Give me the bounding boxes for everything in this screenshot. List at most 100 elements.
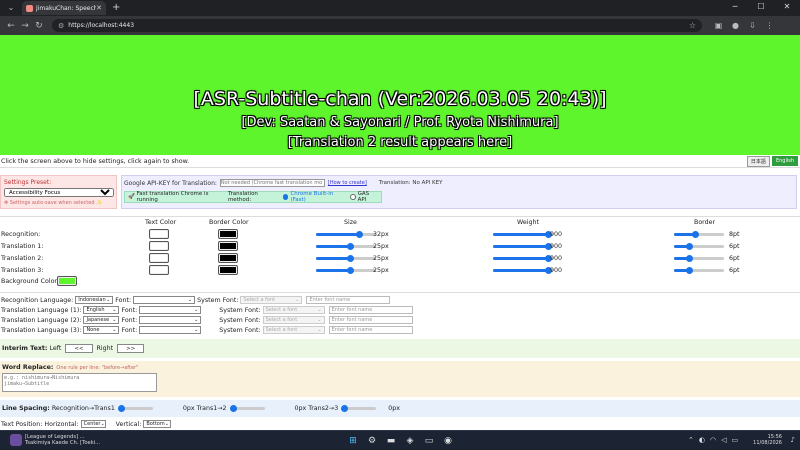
weight-slider[interactable] bbox=[493, 267, 552, 274]
font-select[interactable]: ⌄ bbox=[139, 326, 202, 334]
rec-trans1-slider[interactable] bbox=[117, 405, 153, 412]
file-explorer-icon[interactable]: ▬ bbox=[384, 435, 398, 447]
border-slider[interactable] bbox=[674, 255, 724, 262]
border-color-picker[interactable] bbox=[218, 229, 238, 239]
text-position-row: Text Position: Horizontal: Center ⌄ Verti… bbox=[1, 420, 173, 428]
style-row: Translation 1: 25px 900 6pt bbox=[0, 241, 800, 253]
font-select[interactable]: ⌄ bbox=[139, 306, 202, 314]
lang-ja-button[interactable]: 日本語 bbox=[746, 155, 770, 167]
text-color-picker[interactable] bbox=[149, 241, 169, 251]
extensions-icon[interactable]: ▣ bbox=[710, 21, 727, 30]
border-slider[interactable] bbox=[674, 231, 724, 238]
left-button[interactable]: << bbox=[65, 344, 93, 353]
border-slider[interactable] bbox=[674, 267, 724, 274]
back-icon[interactable]: ← bbox=[4, 21, 18, 31]
font-name-input[interactable]: Enter font name bbox=[328, 326, 413, 334]
tune-icon[interactable]: ⚙ bbox=[58, 22, 64, 30]
close-tab-icon[interactable]: ✕ bbox=[96, 4, 102, 12]
t1-t2-slider[interactable] bbox=[229, 405, 265, 412]
system-font-label: System Font: bbox=[197, 296, 239, 304]
battery-icon[interactable]: ▭ bbox=[731, 436, 738, 444]
taskbar-media[interactable]: [League of Legends] ... Tsakimiya Kaede … bbox=[10, 434, 100, 446]
system-font-label: System Font: bbox=[219, 316, 261, 324]
notification-icon[interactable]: ♪ bbox=[791, 436, 795, 444]
size-slider[interactable] bbox=[316, 267, 376, 274]
gas-radio[interactable] bbox=[349, 194, 356, 200]
style-row-label: Translation 1: bbox=[1, 243, 44, 250]
line-spacing-row: Line Spacing: Recognition→Trans1 0px Tra… bbox=[0, 400, 800, 417]
forward-icon[interactable]: → bbox=[18, 21, 32, 31]
browser-tab[interactable]: JimakuChan: Speech Recog ✕ bbox=[22, 1, 106, 15]
close-window-icon[interactable]: ✕ bbox=[774, 0, 800, 14]
clock[interactable]: 15:56 11/08/2026 bbox=[753, 434, 782, 446]
system-font-select[interactable]: Select a font ⌄ bbox=[262, 306, 325, 314]
font-select[interactable]: ⌄ bbox=[133, 296, 196, 304]
language-label: Translation Language (1): bbox=[1, 306, 82, 314]
windows-start-icon[interactable]: ⊞ bbox=[346, 435, 360, 447]
language-select[interactable]: None ⌄ bbox=[83, 326, 120, 334]
language-select[interactable]: Japanese ⌄ bbox=[83, 316, 120, 324]
font-name-input[interactable]: Enter font name bbox=[306, 296, 391, 304]
terminal-icon[interactable]: ▭ bbox=[422, 435, 436, 447]
border-value: 8pt bbox=[729, 231, 740, 238]
weight-slider[interactable] bbox=[493, 231, 552, 238]
font-name-input[interactable]: Enter font name bbox=[328, 306, 413, 314]
style-settings: Text Color Border Color Size Weight Bord… bbox=[0, 216, 800, 286]
address-bar[interactable]: ⚙ https://localhost:4443 ☆ bbox=[52, 19, 702, 32]
tab-search-icon[interactable]: ⌄ bbox=[4, 2, 18, 14]
system-font-select[interactable]: Select a font ⌄ bbox=[262, 316, 325, 324]
subtitle-display[interactable]: [ASR-Subtitle-chan (Ver:2026.03.05 20:43… bbox=[0, 35, 800, 155]
size-slider[interactable] bbox=[316, 231, 376, 238]
font-name-input[interactable]: Enter font name bbox=[328, 316, 413, 324]
preset-select[interactable]: Accessibility Focus bbox=[4, 188, 114, 197]
text-color-picker[interactable] bbox=[149, 229, 169, 239]
chrome-option[interactable]: Chrome Built-in (Fast) bbox=[290, 191, 345, 203]
profile-icon[interactable]: ● bbox=[727, 21, 744, 30]
border-color-picker[interactable] bbox=[218, 253, 238, 263]
size-slider[interactable] bbox=[316, 243, 376, 250]
language-select[interactable]: English ⌄ bbox=[83, 306, 120, 314]
download-icon[interactable]: ⇩ bbox=[744, 21, 761, 30]
gas-option[interactable]: GAS API bbox=[358, 191, 378, 203]
recognition-line: [ASR-Subtitle-chan (Ver:2026.03.05 20:43… bbox=[193, 88, 607, 110]
volume-icon[interactable]: ◁ bbox=[721, 436, 726, 444]
store-icon[interactable]: ◈ bbox=[403, 435, 417, 447]
api-key-input[interactable] bbox=[219, 179, 325, 187]
language-select[interactable]: Indonesian ⌄ bbox=[75, 296, 114, 304]
discord-icon[interactable]: ◐ bbox=[699, 436, 705, 444]
star-icon[interactable]: ☆ bbox=[689, 21, 696, 30]
weight-slider[interactable] bbox=[493, 255, 552, 262]
text-color-picker[interactable] bbox=[149, 253, 169, 263]
right-button[interactable]: >> bbox=[117, 344, 145, 353]
border-slider[interactable] bbox=[674, 243, 724, 250]
system-font-select[interactable]: Select a font ⌄ bbox=[262, 326, 325, 334]
chrome-icon[interactable]: ◉ bbox=[441, 435, 455, 447]
wifi-icon[interactable]: ◠ bbox=[710, 436, 716, 444]
menu-icon[interactable]: ⋮ bbox=[761, 21, 778, 30]
word-replace-textarea[interactable] bbox=[2, 373, 157, 392]
left-label: Left bbox=[49, 345, 62, 352]
settings-gear-icon[interactable]: ⚙ bbox=[365, 435, 379, 447]
size-header: Size bbox=[344, 219, 357, 226]
maximize-icon[interactable]: ☐ bbox=[748, 0, 774, 14]
lang-en-button[interactable]: English bbox=[771, 156, 798, 166]
reload-icon[interactable]: ↻ bbox=[32, 21, 46, 31]
system-font-select[interactable]: Select a font ⌄ bbox=[240, 296, 303, 304]
font-select[interactable]: ⌄ bbox=[139, 316, 202, 324]
new-tab-button[interactable]: + bbox=[112, 2, 120, 14]
horizontal-select[interactable]: Center ⌄ bbox=[80, 420, 106, 428]
bg-color-picker[interactable] bbox=[57, 276, 77, 286]
chevron-up-icon[interactable]: ⌃ bbox=[688, 436, 694, 444]
font-row: Recognition Language: Indonesian ⌄ Font: ⌄ Sy… bbox=[1, 295, 392, 305]
border-value: 6pt bbox=[729, 267, 740, 274]
minimize-icon[interactable]: ─ bbox=[722, 0, 748, 14]
howto-link[interactable]: [How to create] bbox=[328, 180, 367, 186]
chrome-radio[interactable] bbox=[282, 194, 289, 200]
text-color-picker[interactable] bbox=[149, 265, 169, 275]
size-slider[interactable] bbox=[316, 255, 376, 262]
border-color-picker[interactable] bbox=[218, 241, 238, 251]
vertical-select[interactable]: Bottom ⌄ bbox=[143, 420, 172, 428]
t2-t3-slider[interactable] bbox=[341, 405, 377, 412]
weight-slider[interactable] bbox=[493, 243, 552, 250]
border-color-picker[interactable] bbox=[218, 265, 238, 275]
